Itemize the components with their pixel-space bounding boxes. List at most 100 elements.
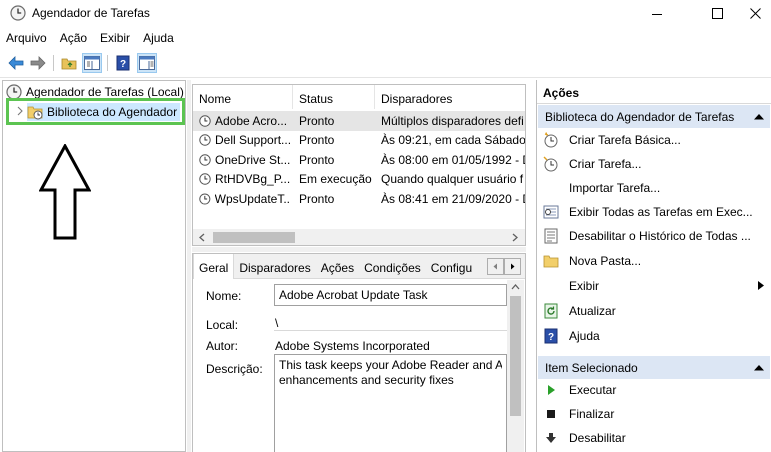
action-label: Importar Tarefa... xyxy=(569,181,661,195)
task-clock-icon xyxy=(199,193,211,205)
description-label: Descrição: xyxy=(206,362,263,376)
tab-scroll-right-button[interactable] xyxy=(504,258,521,275)
task-trigger: Às 09:21, em cada Sábado d xyxy=(381,133,525,148)
scrollbar-thumb[interactable] xyxy=(213,232,295,243)
name-field[interactable]: Adobe Acrobat Update Task xyxy=(274,284,507,306)
action-disable-history[interactable]: Desabilitar o Histórico de Todas ... xyxy=(537,225,771,247)
menu-acao[interactable]: Ação xyxy=(53,28,93,48)
tab-acoes[interactable]: Ações xyxy=(316,254,359,278)
maximize-button[interactable] xyxy=(694,0,740,27)
task-trigger: Quando qualquer usuário f xyxy=(381,172,524,187)
show-hide-action-pane-button[interactable] xyxy=(137,53,157,73)
vertical-scrollbar[interactable] xyxy=(507,280,524,452)
description-line-1: This task keeps your Adobe Reader and Ac… xyxy=(279,358,502,372)
task-name: WpsUpdateT... xyxy=(214,191,291,206)
console-tree: Agendador de Tarefas (Local) Biblioteca … xyxy=(2,80,186,452)
task-trigger: Às 08:41 em 21/09/2020 - D xyxy=(381,191,525,206)
help-book-icon: ? xyxy=(116,55,130,71)
column-header-triggers[interactable]: Disparadores xyxy=(375,85,525,109)
maximize-icon xyxy=(711,8,723,19)
action-label: Criar Tarefa... xyxy=(569,157,642,171)
tab-disparadores[interactable]: Disparadores xyxy=(234,254,315,278)
pane-splitter[interactable] xyxy=(187,80,191,452)
action-label: Exibir xyxy=(569,279,600,293)
task-status: Pronto xyxy=(299,152,335,167)
close-button[interactable] xyxy=(740,0,771,27)
menu-arquivo[interactable]: Arquivo xyxy=(0,28,53,48)
name-label: Nome: xyxy=(206,289,242,303)
tree-item-scheduler-library[interactable]: Biblioteca do Agendador xyxy=(6,98,185,125)
menu-exibir[interactable]: Exibir xyxy=(93,28,136,48)
action-end[interactable]: Finalizar xyxy=(537,403,771,425)
section-header-scheduler-library[interactable]: Biblioteca do Agendador de Tarefas xyxy=(538,105,770,128)
minimize-button[interactable] xyxy=(634,0,680,27)
chevron-right-icon[interactable] xyxy=(15,106,25,116)
show-hide-console-tree-button[interactable] xyxy=(82,53,102,73)
refresh-icon xyxy=(543,303,559,319)
action-create-task[interactable]: Criar Tarefa... xyxy=(537,153,771,175)
column-header-status[interactable]: Status xyxy=(293,85,375,109)
scroll-right-icon[interactable] xyxy=(509,232,520,243)
scroll-up-icon[interactable] xyxy=(507,280,524,294)
back-button[interactable] xyxy=(6,53,26,73)
table-row[interactable]: Adobe Acro... Pronto Múltiplos disparado… xyxy=(193,111,525,131)
task-clock-icon xyxy=(199,134,211,146)
triangle-left-icon xyxy=(493,263,497,270)
action-show-running-tasks[interactable]: Exibir Todas as Tarefas em Exec... xyxy=(537,201,771,223)
action-label: Exibir Todas as Tarefas em Exec... xyxy=(569,205,753,219)
horizontal-scrollbar[interactable] xyxy=(193,229,525,245)
location-label: Local: xyxy=(206,318,239,332)
action-pane-icon xyxy=(139,56,155,70)
toolbar-separator xyxy=(53,55,54,71)
up-folder-button[interactable] xyxy=(59,53,79,73)
task-clock-icon xyxy=(199,173,211,185)
action-view[interactable]: Exibir xyxy=(537,275,771,297)
svg-text:?: ? xyxy=(120,59,126,70)
scrollbar-thumb[interactable] xyxy=(510,296,521,416)
action-import-task[interactable]: Importar Tarefa... xyxy=(537,177,771,199)
menu-ajuda[interactable]: Ajuda xyxy=(136,28,180,48)
tab-geral[interactable]: Geral xyxy=(193,254,235,279)
table-row[interactable]: WpsUpdateT... Pronto Às 08:41 em 21/09/2… xyxy=(193,189,525,209)
table-row[interactable]: RtHDVBg_P... Em execução Quando qualquer… xyxy=(193,170,525,190)
author-label: Autor: xyxy=(206,339,239,353)
table-row[interactable]: OneDrive St... Pronto Às 08:00 em 01/05/… xyxy=(193,150,525,170)
create-task-icon xyxy=(543,156,559,172)
history-icon xyxy=(543,228,559,244)
collapse-triangle-icon[interactable] xyxy=(754,113,764,120)
scroll-left-icon[interactable] xyxy=(197,232,208,243)
action-help[interactable]: ? Ajuda xyxy=(537,325,771,347)
task-trigger: Às 08:00 em 01/05/1992 - D xyxy=(381,152,525,167)
list-detail-splitter[interactable] xyxy=(192,247,526,252)
help-toolbar-button[interactable]: ? xyxy=(113,53,133,73)
window-title: Agendador de Tarefas xyxy=(32,6,150,20)
tab-condicoes[interactable]: Condições xyxy=(359,254,426,278)
action-create-basic-task[interactable]: Criar Tarefa Básica... xyxy=(537,129,771,151)
section-header-label: Biblioteca do Agendador de Tarefas xyxy=(545,109,735,124)
run-icon xyxy=(543,382,559,398)
task-name: Dell Support... xyxy=(215,133,291,148)
running-tasks-icon xyxy=(543,204,559,220)
up-arrow-annotation-icon xyxy=(39,144,91,240)
action-label: Criar Tarefa Básica... xyxy=(569,133,681,147)
folder-icon xyxy=(543,253,559,269)
tab-scroll-left-button[interactable] xyxy=(487,258,504,275)
task-status: Em execução xyxy=(299,172,372,187)
section-header-selected-item[interactable]: Item Selecionado xyxy=(538,356,770,379)
action-refresh[interactable]: Atualizar xyxy=(537,300,771,322)
forward-button[interactable] xyxy=(28,53,48,73)
console-tree-icon xyxy=(84,56,100,70)
description-field[interactable]: This task keeps your Adobe Reader and Ac… xyxy=(274,354,507,452)
actions-pane: Ações Biblioteca do Agendador de Tarefas… xyxy=(536,80,771,452)
menu-bar: Arquivo Ação Exibir Ajuda xyxy=(0,28,180,48)
action-disable[interactable]: Desabilitar xyxy=(537,427,771,449)
action-run[interactable]: Executar xyxy=(537,379,771,401)
details-tabs: Geral Disparadores Ações Condições Confi… xyxy=(193,254,525,279)
folder-up-icon xyxy=(61,58,77,70)
table-row[interactable]: Dell Support... Pronto Às 09:21, em cada… xyxy=(193,131,525,151)
action-new-folder[interactable]: Nova Pasta... xyxy=(537,250,771,272)
collapse-triangle-icon[interactable] xyxy=(754,364,764,371)
tree-root-label: Agendador de Tarefas (Local) xyxy=(26,85,184,99)
tab-configuracoes[interactable]: Configu xyxy=(426,254,477,278)
column-header-name[interactable]: Nome xyxy=(193,85,293,109)
